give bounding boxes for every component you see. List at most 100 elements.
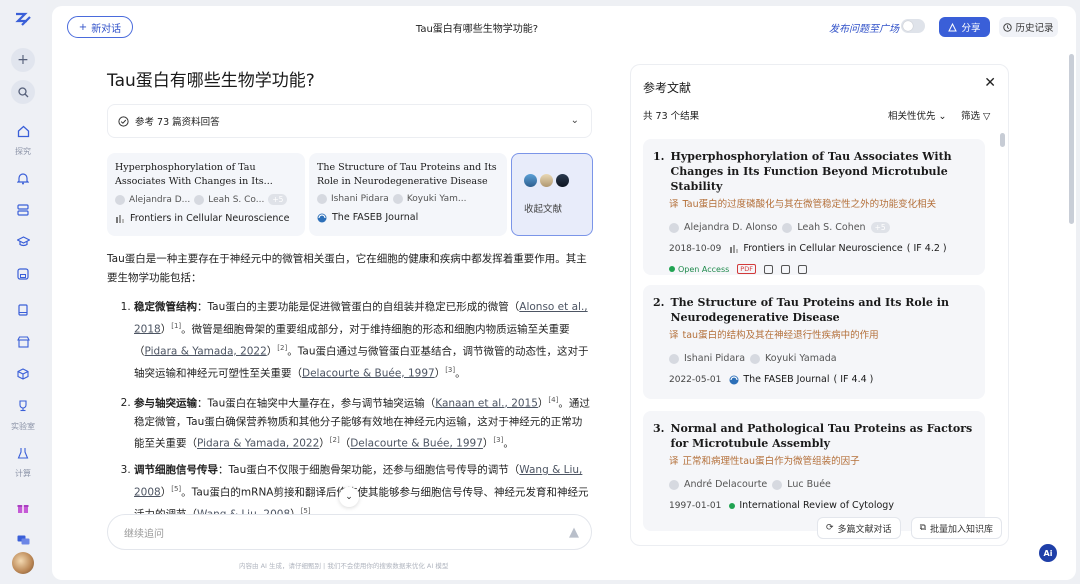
page-scrollbar[interactable]: [1069, 54, 1074, 224]
share-icon: [948, 22, 958, 31]
journal-logo-icon: [730, 244, 739, 253]
author-avatar: [782, 222, 793, 233]
impact-factor: ( IF 4.4 ): [833, 374, 874, 385]
cube-icon[interactable]: [11, 363, 35, 385]
followup-placeholder: 继续追问: [124, 528, 164, 540]
open-access-label: Open Access: [678, 264, 730, 274]
citation-number[interactable]: [4]: [548, 396, 558, 404]
citation-number[interactable]: [1]: [171, 322, 181, 330]
author-name: Koyuki Yamada: [765, 353, 837, 364]
journal-name: The FASEB Journal: [332, 212, 419, 223]
history-button[interactable]: 历史记录: [999, 17, 1058, 37]
graduation-cap-icon[interactable]: [11, 231, 35, 253]
journal-logo-icon: [729, 375, 739, 384]
reference-title[interactable]: 1. Hyperphosphorylation of Tau Associates…: [653, 149, 975, 194]
toggle-knob: [903, 21, 913, 31]
reference-title[interactable]: 3. Normal and Pathological Tau Proteins a…: [653, 421, 975, 451]
open-access-dot: [669, 266, 675, 272]
citation-link[interactable]: Delacourte & Buée, 1997: [302, 367, 435, 379]
source-author: Alejandra D...: [129, 194, 191, 205]
multi-paper-chat-button[interactable]: ⟳ 多篇文献对话: [817, 517, 901, 539]
source-title: The Structure of Tau Proteins and Its Ro…: [317, 162, 497, 187]
reference-title-text: Hyperphosphorylation of Tau Associates W…: [670, 150, 952, 193]
source-card-1[interactable]: Hyperphosphorylation of Tau Associates W…: [107, 153, 305, 236]
share-label: 分享: [961, 23, 981, 34]
citation-link[interactable]: Pidara & Yamada, 2022: [145, 345, 267, 357]
plus-icon: +: [78, 21, 88, 33]
panel-scrollbar[interactable]: [1000, 133, 1005, 147]
share-button[interactable]: 分享: [939, 17, 990, 37]
add-to-knowledge-base-button[interactable]: ⧉ 批量加入知识库: [910, 517, 1003, 539]
citation-link[interactable]: Delacourte & Buée, 1997: [350, 438, 483, 450]
reference-card-2[interactable]: 2. The Structure of Tau Proteins and Its …: [643, 285, 985, 399]
journal-name: Frontiers in Cellular Neuroscience: [743, 243, 903, 254]
publish-toggle[interactable]: [901, 19, 925, 33]
reference-card-1[interactable]: 1. Hyperphosphorylation of Tau Associates…: [643, 139, 985, 275]
sort-select[interactable]: 相关性优先 ⌄: [888, 108, 947, 122]
citation-number[interactable]: [2]: [330, 436, 340, 444]
scroll-down-button[interactable]: ⌄: [339, 487, 359, 507]
collapse-references-card[interactable]: 收起文献: [511, 153, 593, 236]
add-icon[interactable]: +: [11, 48, 35, 72]
database-icon[interactable]: [11, 199, 35, 221]
read-icon[interactable]: [763, 264, 773, 274]
source-journal: The FASEB Journal: [317, 212, 499, 223]
followup-input[interactable]: 继续追问 ▲: [107, 514, 592, 550]
reference-meta: 2022-05-01 The FASEB Journal( IF 4.4 ): [669, 374, 975, 385]
filter-button[interactable]: 筛选 ▽: [961, 108, 990, 122]
author-avatar: [750, 353, 761, 364]
home-icon[interactable]: [11, 120, 35, 142]
citation-number[interactable]: [2]: [277, 344, 287, 352]
export-icon[interactable]: [797, 264, 807, 274]
chat-icon[interactable]: [11, 529, 35, 551]
reference-number: 1.: [653, 150, 665, 163]
source-card-2[interactable]: The Structure of Tau Proteins and Its Ro…: [309, 153, 507, 236]
answer-intro: Tau蛋白是一种主要存在于神经元中的微管相关蛋白，它在细胞的健康和疾病中都发挥着…: [107, 253, 587, 284]
publish-date: 1997-01-01: [669, 500, 722, 511]
trophy-icon[interactable]: [11, 395, 35, 417]
citation-number[interactable]: [5]: [171, 485, 181, 493]
book-icon[interactable]: [11, 299, 35, 321]
chat-refresh-icon: ⟳: [826, 523, 834, 533]
search-icon[interactable]: [11, 80, 35, 104]
new-chat-button[interactable]: + 新对话: [67, 16, 133, 38]
gift-icon[interactable]: [11, 497, 35, 519]
user-avatar[interactable]: [12, 552, 34, 574]
references-summary-bar[interactable]: 参考 73 篇资料回答 ⌄: [107, 104, 592, 138]
reference-number: 3.: [653, 422, 665, 435]
translation-text: Tau蛋白的过度磷酸化与其在微管稳定性之外的功能变化相关: [682, 199, 937, 210]
close-icon[interactable]: ✕: [984, 75, 996, 91]
app-logo-icon[interactable]: [13, 10, 33, 30]
author-avatar: [194, 194, 205, 205]
add-to-knowledge-base-label: 批量加入知识库: [930, 524, 994, 535]
ai-assistant-button[interactable]: Ai: [1039, 544, 1057, 562]
store-icon[interactable]: [11, 331, 35, 353]
source-author: Leah S. Co...: [208, 194, 265, 205]
filter-label: 筛选: [961, 111, 981, 122]
reference-translation: 译 Tau蛋白的过度磷酸化与其在微管稳定性之外的功能变化相关: [669, 196, 975, 210]
top-bar: + 新对话 Tau蛋白有哪些生物学功能? 发布问题至广场 分享 历史记录: [52, 6, 1076, 48]
author-avatar: [317, 194, 327, 204]
copy-icon: ⧉: [919, 523, 926, 533]
journal-name: International Review of Cytology: [739, 500, 894, 511]
chevron-down-icon[interactable]: ⌄: [571, 115, 579, 126]
send-icon[interactable]: ▲: [569, 525, 579, 540]
more-authors-badge: +5: [870, 222, 890, 233]
reference-title[interactable]: 2. The Structure of Tau Proteins and Its …: [653, 295, 975, 325]
lab-icon[interactable]: [11, 442, 35, 464]
citation-number[interactable]: [3]: [445, 366, 455, 374]
sort-label: 相关性优先: [888, 111, 936, 122]
bell-icon[interactable]: [11, 167, 35, 189]
chevron-down-icon: ⌄: [938, 111, 947, 122]
note-icon[interactable]: [780, 264, 790, 274]
citation-link[interactable]: Kanaan et al., 2015: [435, 397, 538, 409]
journal-logo-icon: [317, 213, 327, 222]
save-disk-icon[interactable]: [11, 263, 35, 285]
reference-card-3[interactable]: 3. Normal and Pathological Tau Proteins a…: [643, 411, 985, 531]
reference-translation: 译正常和病理性tau蛋白作为微管组装的因子: [669, 453, 975, 467]
citation-link[interactable]: Pidara & Yamada, 2022: [197, 438, 319, 450]
citation-number[interactable]: [3]: [493, 436, 503, 444]
reference-meta: 1997-01-01 International Review of Cytol…: [669, 500, 975, 511]
pdf-button[interactable]: PDF: [737, 264, 756, 274]
thumbnail: [540, 174, 553, 187]
